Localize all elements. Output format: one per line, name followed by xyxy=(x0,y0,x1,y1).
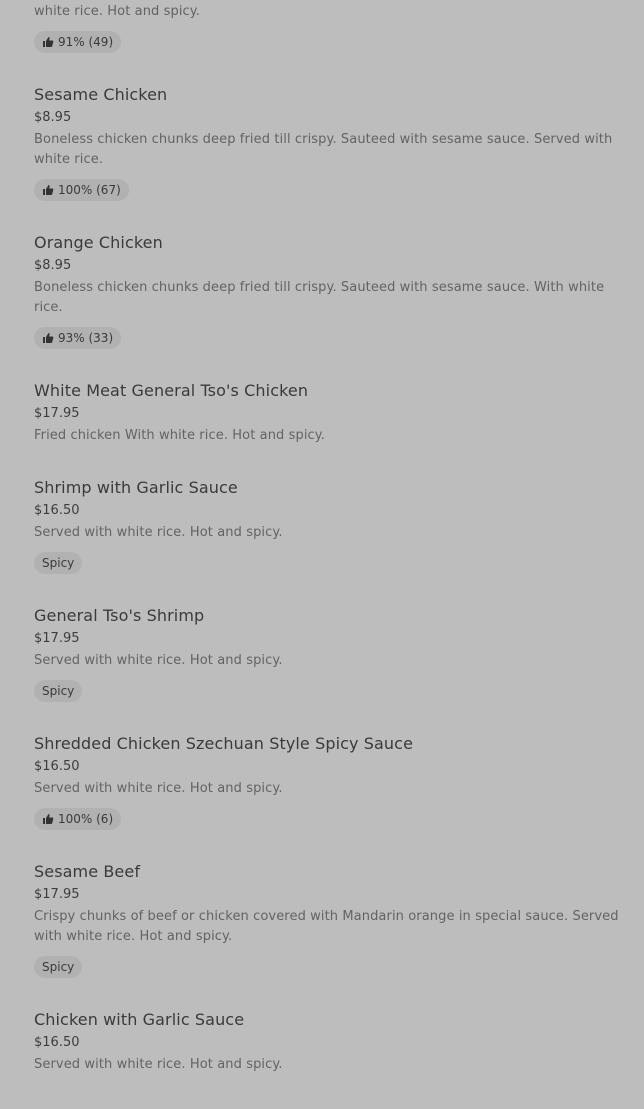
spicy-tag: Spicy xyxy=(34,552,83,574)
menu-item[interactable]: Crispy chunks of chicken seasoned and sa… xyxy=(34,0,624,53)
item-description: Served with white rice. Hot and spicy. xyxy=(34,525,283,540)
rating-badge: 93% (33) xyxy=(34,327,122,349)
rating-text: 93% (33) xyxy=(58,331,114,345)
menu-item[interactable]: White Meat General Tso's Chicken $17.95 … xyxy=(34,381,624,446)
item-price: $16.50 xyxy=(34,759,80,774)
menu-item[interactable]: Sesame Chicken $8.95 Boneless chicken ch… xyxy=(34,85,624,201)
item-description: Served with white rice. Hot and spicy. xyxy=(34,653,283,668)
rating-text: 100% (67) xyxy=(58,183,121,197)
rating-text: 91% (49) xyxy=(58,35,114,49)
item-description: Served with white rice. Hot and spicy. xyxy=(34,781,283,796)
item-price: $17.95 xyxy=(34,887,80,902)
rating-text: 100% (6) xyxy=(58,812,114,826)
thumbs-up-icon xyxy=(42,184,54,196)
rating-badge: 100% (67) xyxy=(34,179,129,201)
item-name: Shrimp with Garlic Sauce xyxy=(34,478,238,497)
item-name: General Tso's Shrimp xyxy=(34,606,205,625)
menu-item[interactable]: General Tso's Shrimp $17.95 Served with … xyxy=(34,606,624,702)
item-description: Boneless chicken chunks deep fried till … xyxy=(34,132,613,167)
item-price: $17.95 xyxy=(34,406,80,421)
item-description: Crispy chunks of chicken seasoned and sa… xyxy=(34,4,200,19)
spicy-tag: Spicy xyxy=(34,680,83,702)
item-name: Sesame Beef xyxy=(34,862,141,881)
menu-item[interactable]: Chicken with Garlic Sauce $16.50 Served … xyxy=(34,1010,624,1075)
menu-item[interactable]: Orange Chicken $8.95 Boneless chicken ch… xyxy=(34,233,624,349)
item-price: $16.50 xyxy=(34,503,80,518)
menu-item[interactable]: Shrimp with Garlic Sauce $16.50 Served w… xyxy=(34,478,624,574)
thumbs-up-icon xyxy=(42,36,54,48)
item-name: Sesame Chicken xyxy=(34,85,168,104)
item-name: Chicken with Garlic Sauce xyxy=(34,1010,245,1029)
menu-item-list: Crispy chunks of chicken seasoned and sa… xyxy=(34,0,624,1075)
item-price: $8.95 xyxy=(34,110,72,125)
item-price: $16.50 xyxy=(34,1035,80,1050)
thumbs-up-icon xyxy=(42,813,54,825)
item-description: Fried chicken With white rice. Hot and s… xyxy=(34,428,325,443)
tag-text: Spicy xyxy=(42,960,75,974)
item-description: Boneless chicken chunks deep fried till … xyxy=(34,280,605,315)
item-price: $17.95 xyxy=(34,631,80,646)
item-description: Served with white rice. Hot and spicy. xyxy=(34,1057,283,1072)
item-name: Shredded Chicken Szechuan Style Spicy Sa… xyxy=(34,734,414,753)
menu-item[interactable]: Sesame Beef $17.95 Crispy chunks of beef… xyxy=(34,862,624,978)
tag-text: Spicy xyxy=(42,684,75,698)
item-price: $8.95 xyxy=(34,258,72,273)
tag-text: Spicy xyxy=(42,556,75,570)
item-name: Orange Chicken xyxy=(34,233,163,252)
menu-item[interactable]: Shredded Chicken Szechuan Style Spicy Sa… xyxy=(34,734,624,830)
item-name: White Meat General Tso's Chicken xyxy=(34,381,309,400)
spicy-tag: Spicy xyxy=(34,956,83,978)
rating-badge: 91% (49) xyxy=(34,31,122,53)
thumbs-up-icon xyxy=(42,332,54,344)
rating-badge: 100% (6) xyxy=(34,808,122,830)
item-description: Crispy chunks of beef or chicken covered… xyxy=(34,909,619,944)
